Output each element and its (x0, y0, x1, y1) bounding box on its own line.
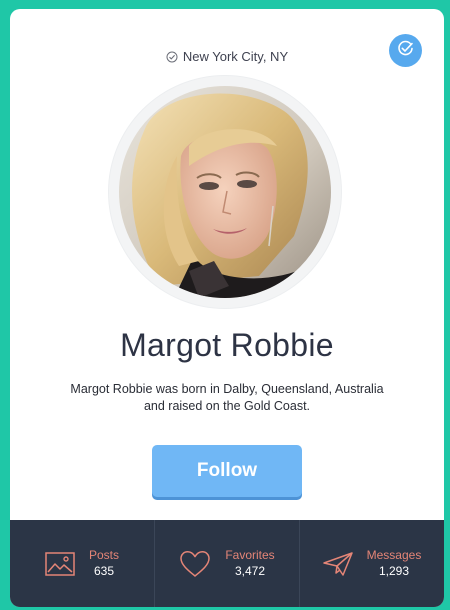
profile-card: New York City, NY Margot Robbie Margot R… (10, 9, 444, 607)
heart-icon (179, 550, 211, 578)
stat-favorites[interactable]: Favorites 3,472 (155, 520, 300, 607)
stat-value: 3,472 (234, 564, 265, 578)
stat-posts[interactable]: Posts 635 (10, 520, 155, 607)
stats-bar: Posts 635 Favorites 3,472 Messages 1,293 (10, 520, 444, 607)
profile-name: Margot Robbie (120, 327, 334, 363)
stat-label: Favorites (225, 548, 275, 562)
stat-label: Posts (88, 548, 119, 562)
stat-messages[interactable]: Messages 1,293 (300, 520, 444, 607)
location: New York City, NY (10, 49, 444, 64)
stat-value: 635 (93, 564, 114, 578)
stat-label: Messages (366, 548, 422, 562)
avatar-frame (109, 76, 341, 308)
stat-value: 1,293 (378, 564, 409, 578)
image-icon (45, 551, 75, 576)
verified-check-button[interactable] (389, 34, 422, 67)
paper-plane-icon (322, 551, 353, 577)
check-circle-icon (397, 40, 414, 62)
profile-bio: Margot Robbie was born in Dalby, Queensl… (70, 382, 384, 413)
location-text: New York City, NY (182, 49, 289, 64)
location-check-icon (166, 51, 178, 63)
follow-button[interactable]: Follow (152, 445, 302, 497)
avatar[interactable] (119, 86, 331, 298)
